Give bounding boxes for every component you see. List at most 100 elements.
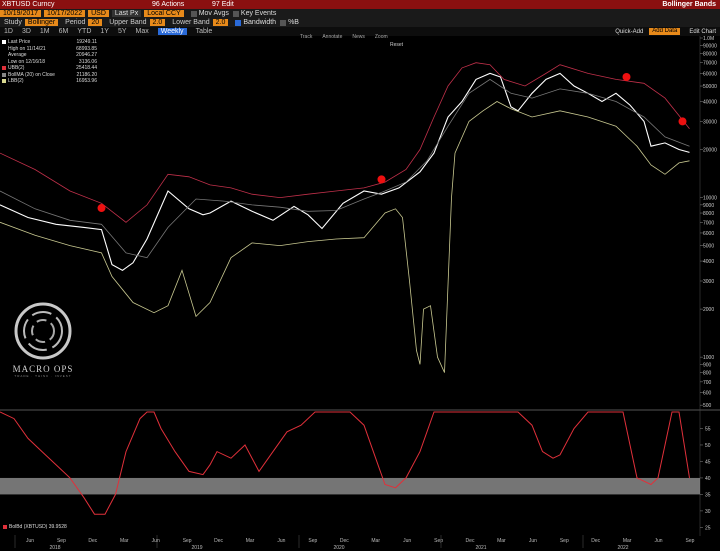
time-tick-label: Dec bbox=[466, 538, 475, 544]
price-tick-label: 1000 bbox=[703, 355, 714, 361]
price-tick-label: 20000 bbox=[703, 148, 717, 154]
price-tick-label: 4000 bbox=[703, 259, 714, 265]
signal-marker bbox=[622, 72, 631, 81]
time-tick-label: Dec bbox=[214, 538, 223, 544]
time-tick-label: Mar bbox=[246, 538, 255, 544]
time-tick-label: Jun bbox=[529, 538, 537, 544]
price-tick-label: 80000 bbox=[703, 51, 717, 57]
ticker-label[interactable]: XBTUSD Curncy bbox=[0, 1, 152, 8]
mov-avgs-label: Mov Avgs bbox=[198, 10, 229, 17]
tf-1y[interactable]: 1Y bbox=[100, 28, 109, 35]
price-tick-label: 8000 bbox=[703, 211, 714, 217]
year-label: 2022 bbox=[617, 545, 628, 551]
tf-ytd[interactable]: YTD bbox=[77, 28, 91, 35]
legend-swatch-blank bbox=[2, 53, 6, 57]
time-tick-label: Jun bbox=[403, 538, 411, 544]
legend-value: 16953.96 bbox=[76, 78, 97, 84]
tf-6m[interactable]: 6M bbox=[59, 28, 69, 35]
date-to-field[interactable]: 10/17/2022 bbox=[44, 10, 86, 17]
percent-b-checkbox[interactable] bbox=[280, 19, 287, 26]
legend-swatch-ubb bbox=[2, 66, 6, 70]
period-label: Period bbox=[65, 19, 86, 26]
zoom-tool[interactable]: Zoom bbox=[375, 34, 388, 40]
series-ubb-2 bbox=[0, 62, 690, 223]
price-tick-label: 10000 bbox=[703, 196, 717, 202]
currency-field[interactable]: USD bbox=[88, 10, 109, 17]
lower-tick-label: 25 bbox=[705, 525, 711, 531]
lower-tick-label: 40 bbox=[705, 476, 711, 482]
percent-b-label: %B bbox=[288, 19, 299, 26]
lower-tick-label: 30 bbox=[705, 509, 711, 515]
track-tool[interactable]: Track bbox=[300, 34, 312, 40]
time-tick-label: Sep bbox=[183, 538, 192, 544]
key-events-checkbox[interactable] bbox=[232, 10, 239, 17]
chart-canvas[interactable]: 1.0M90000 80000 70000 60000 50000 40000 30000 2… bbox=[0, 36, 720, 551]
legend-swatch-ma bbox=[2, 72, 6, 77]
lower-band-field[interactable]: 2.0 bbox=[212, 19, 229, 26]
news-tool[interactable]: News bbox=[352, 34, 365, 40]
price-tick-label: 50000 bbox=[703, 84, 717, 90]
tf-3d[interactable]: 3D bbox=[22, 28, 31, 35]
period-field[interactable]: 20 bbox=[88, 19, 103, 26]
date-row: 10/19/2017 10/17/2022 USD Last Px Local … bbox=[0, 9, 720, 18]
edit-chart-button[interactable]: Edit Chart bbox=[689, 29, 716, 35]
upper-band-label: Upper Band bbox=[109, 19, 147, 26]
mov-avgs-checkbox[interactable] bbox=[190, 10, 197, 17]
bandwidth-highlight-band bbox=[0, 477, 700, 495]
bandwidth-label: Bandwidth bbox=[243, 19, 277, 26]
price-tick-label: 1.0M bbox=[703, 36, 714, 42]
series-bollma-20-on-close bbox=[0, 78, 690, 259]
quick-add-button[interactable]: Quick-Add bbox=[615, 29, 643, 35]
tf-max[interactable]: Max bbox=[136, 28, 149, 35]
time-tick-label: Mar bbox=[120, 538, 129, 544]
price-tick-label: 9000 bbox=[703, 203, 714, 209]
time-tick-label: Jun bbox=[655, 538, 663, 544]
lower-tick-label: 50 bbox=[705, 443, 711, 449]
add-data-field[interactable]: Add Data bbox=[649, 28, 681, 35]
price-tick-label: 700 bbox=[703, 380, 712, 386]
price-tick-label: 90000 bbox=[703, 43, 717, 49]
time-tick-label: Dec bbox=[591, 538, 600, 544]
reset-button[interactable]: Reset bbox=[390, 42, 403, 48]
price-tick-label: 70000 bbox=[703, 61, 717, 67]
time-tick-label: Sep bbox=[434, 538, 443, 544]
local-ccy-field[interactable]: Local CCY bbox=[144, 10, 184, 17]
time-tick-label: Jun bbox=[26, 538, 34, 544]
time-tick-label: Sep bbox=[560, 538, 569, 544]
signal-marker bbox=[678, 117, 687, 126]
price-tick-label: 60000 bbox=[703, 71, 717, 77]
time-tick-label: Sep bbox=[308, 538, 317, 544]
tf-1m[interactable]: 1M bbox=[40, 28, 50, 35]
price-tick-label: 6000 bbox=[703, 231, 714, 237]
legend-row: LBB(2) 16953.96 bbox=[2, 78, 97, 85]
chart-mode-table[interactable]: Table bbox=[196, 28, 213, 35]
time-tick-label: Dec bbox=[340, 538, 349, 544]
logo-tagline: TRADE · THINK · INVEST bbox=[14, 374, 72, 378]
legend-swatch-blank bbox=[2, 47, 6, 51]
year-label: 2021 bbox=[475, 545, 486, 551]
tf-5y[interactable]: 5Y bbox=[118, 28, 127, 35]
date-from-field[interactable]: 10/19/2017 bbox=[0, 10, 42, 17]
title-bar: XBTUSD Curncy 96 Actions 97 Edit Bolling… bbox=[0, 0, 720, 9]
bandwidth-legend: BolBd (XBTUSD) 39.9528 bbox=[3, 524, 67, 530]
year-label: 2018 bbox=[49, 545, 60, 551]
frequency-select[interactable]: Weekly bbox=[157, 28, 187, 35]
lower-tick-label: 55 bbox=[705, 426, 711, 432]
tf-1d[interactable]: 1D bbox=[4, 28, 13, 35]
bandwidth-swatch bbox=[3, 525, 7, 529]
bandwidth-legend-label: BolBd (XBTUSD) bbox=[9, 524, 48, 530]
upper-band-field[interactable]: 2.0 bbox=[149, 19, 166, 26]
annotate-tool[interactable]: Annotate bbox=[322, 34, 342, 40]
price-tick-label: 2000 bbox=[703, 307, 714, 313]
actions-menu[interactable]: 96 Actions bbox=[152, 1, 212, 8]
legend-swatch-last bbox=[2, 40, 6, 44]
time-tick-label: Mar bbox=[371, 538, 380, 544]
price-tick-label: 30000 bbox=[703, 119, 717, 125]
price-tick-label: 600 bbox=[703, 391, 712, 397]
edit-menu[interactable]: 97 Edit bbox=[212, 1, 292, 8]
last-px-field[interactable]: Last Px bbox=[111, 10, 142, 17]
study-field[interactable]: Bollinger bbox=[24, 19, 59, 26]
time-tick-label: Sep bbox=[57, 538, 66, 544]
bandwidth-checkbox[interactable] bbox=[235, 19, 242, 26]
legend-swatch-lbb bbox=[2, 79, 6, 83]
